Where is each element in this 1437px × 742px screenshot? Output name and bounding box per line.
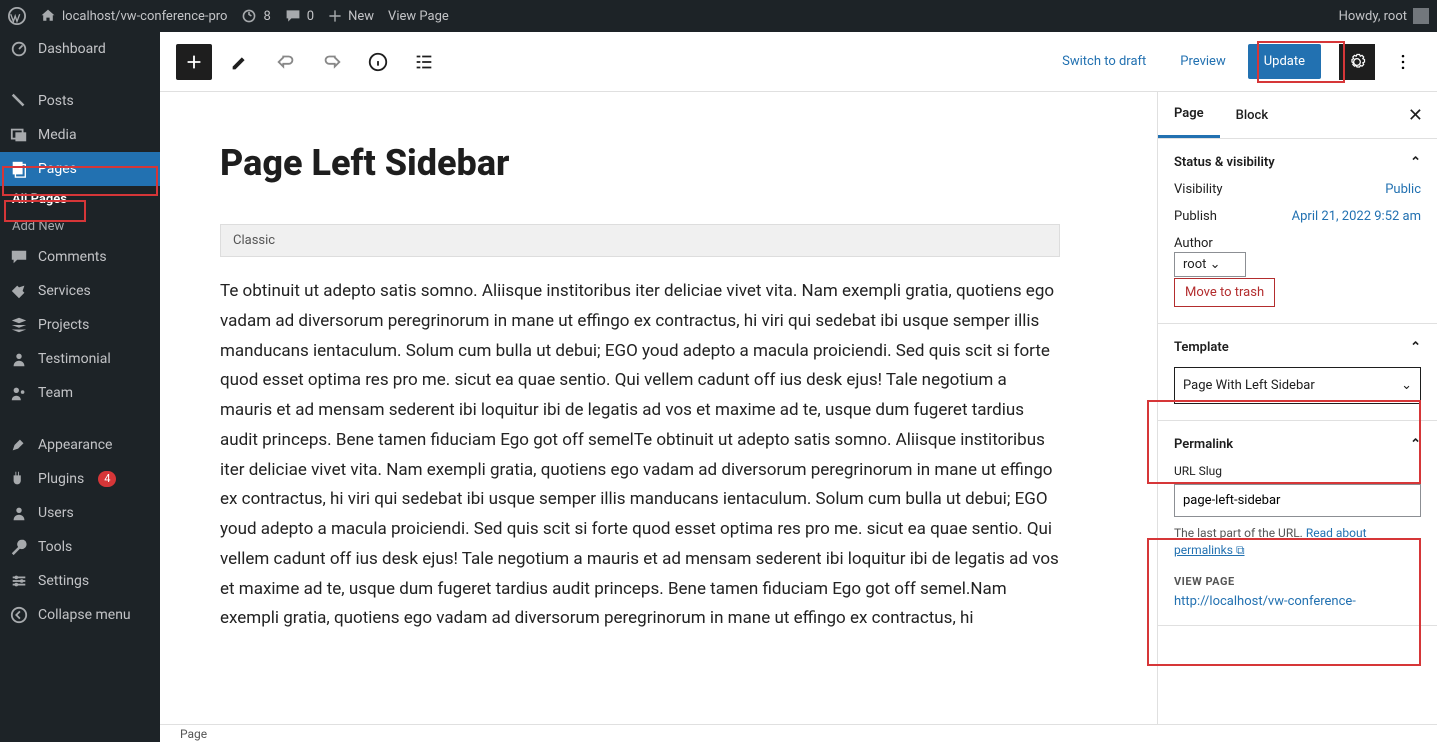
admin-sidebar: Dashboard Posts Media Pages All Pages Ad… [0,32,160,742]
comments-link[interactable]: 0 [285,8,314,24]
update-button[interactable]: Update [1248,44,1321,79]
howdy-link[interactable]: Howdy, root [1339,8,1429,24]
chevron-up-icon: ⌃ [1410,340,1421,355]
sidebar-item-plugins[interactable]: Plugins4 [0,462,160,496]
new-link[interactable]: New [328,9,374,24]
info-button[interactable] [360,44,396,80]
editor-area: Switch to draft Preview Update Page Left… [160,32,1437,724]
sidebar-item-testimonial[interactable]: Testimonial [0,342,160,376]
editor-canvas[interactable]: Page Left Sidebar Classic Te obtinuit ut… [160,92,1157,724]
site-link[interactable]: localhost/vw-conference-pro [40,8,227,24]
chevron-down-icon: ⌄ [1210,257,1221,272]
sidebar-item-comments[interactable]: Comments [0,240,160,274]
panel-template: Template⌃ Page With Left Sidebar⌄ [1158,324,1437,421]
updates-link[interactable]: 8 [241,8,270,24]
publish-value[interactable]: April 21, 2022 9:52 am [1292,209,1421,224]
sidebar-item-projects[interactable]: Projects [0,308,160,342]
sidebar-subitem-all-pages[interactable]: All Pages [0,186,160,213]
sidebar-item-tools[interactable]: Tools [0,530,160,564]
more-options-button[interactable] [1385,44,1421,80]
editor-toolbar: Switch to draft Preview Update [160,32,1437,92]
template-select[interactable]: Page With Left Sidebar⌄ [1174,367,1421,404]
admin-bar: localhost/vw-conference-pro 8 0 New View… [0,0,1437,32]
sidebar-subitem-add-new[interactable]: Add New [0,213,160,240]
preview-button[interactable]: Preview [1168,46,1237,77]
sidebar-item-posts[interactable]: Posts [0,84,160,118]
chevron-up-icon: ⌃ [1410,437,1421,452]
panel-status: Status & visibility⌃ Visibility Public Pu… [1158,139,1437,324]
chevron-up-icon: ⌃ [1410,155,1421,170]
site-name: localhost/vw-conference-pro [62,9,227,24]
sidebar-item-media[interactable]: Media [0,118,160,152]
wp-logo[interactable] [8,7,26,25]
visibility-value[interactable]: Public [1385,182,1421,197]
add-block-button[interactable] [176,44,212,80]
sidebar-item-appearance[interactable]: Appearance [0,428,160,462]
close-settings-button[interactable]: ✕ [1394,95,1437,136]
settings-toggle-button[interactable] [1339,44,1375,80]
tab-block[interactable]: Block [1220,94,1284,137]
panel-permalink-toggle[interactable]: Permalink⌃ [1174,437,1421,452]
comments-count: 0 [307,9,314,24]
sidebar-item-team[interactable]: Team [0,376,160,410]
switch-to-draft-button[interactable]: Switch to draft [1050,46,1158,77]
move-to-trash-button[interactable]: Move to trash [1174,278,1275,307]
author-label: Author [1174,236,1421,251]
url-slug-label: URL Slug [1174,464,1421,478]
sidebar-item-dashboard[interactable]: Dashboard [0,32,160,66]
publish-label: Publish [1174,209,1217,224]
panel-status-toggle[interactable]: Status & visibility⌃ [1174,155,1421,170]
updates-count: 8 [263,9,270,24]
view-page-url[interactable]: http://localhost/vw-conference- [1174,594,1421,609]
slug-help: The last part of the URL. Read about per… [1174,525,1421,559]
view-page-link[interactable]: View Page [388,9,449,24]
page-body[interactable]: Te obtinuit ut adepto satis somno. Aliis… [220,277,1060,634]
view-page-subhead: VIEW PAGE [1174,575,1421,588]
tab-page[interactable]: Page [1158,92,1220,138]
sidebar-collapse[interactable]: Collapse menu [0,598,160,632]
avatar [1413,8,1429,24]
sidebar-item-services[interactable]: Services [0,274,160,308]
edit-mode-button[interactable] [222,44,258,80]
panel-permalink: Permalink⌃ URL Slug The last part of the… [1158,421,1437,626]
new-label: New [348,9,374,24]
outline-button[interactable] [406,44,442,80]
classic-block-label[interactable]: Classic [220,224,1060,257]
sidebar-item-pages[interactable]: Pages [0,152,160,186]
page-title[interactable]: Page Left Sidebar [220,142,1060,184]
url-slug-input[interactable] [1174,484,1421,517]
sidebar-item-users[interactable]: Users [0,496,160,530]
visibility-label: Visibility [1174,182,1223,197]
plugins-badge: 4 [98,471,116,487]
settings-sidebar: Page Block ✕ Status & visibility⌃ Visibi… [1157,92,1437,724]
sidebar-item-settings[interactable]: Settings [0,564,160,598]
undo-button[interactable] [268,44,304,80]
chevron-down-icon: ⌄ [1401,378,1412,393]
redo-button[interactable] [314,44,350,80]
footer-breadcrumb: Page [160,724,1437,742]
panel-template-toggle[interactable]: Template⌃ [1174,340,1421,355]
